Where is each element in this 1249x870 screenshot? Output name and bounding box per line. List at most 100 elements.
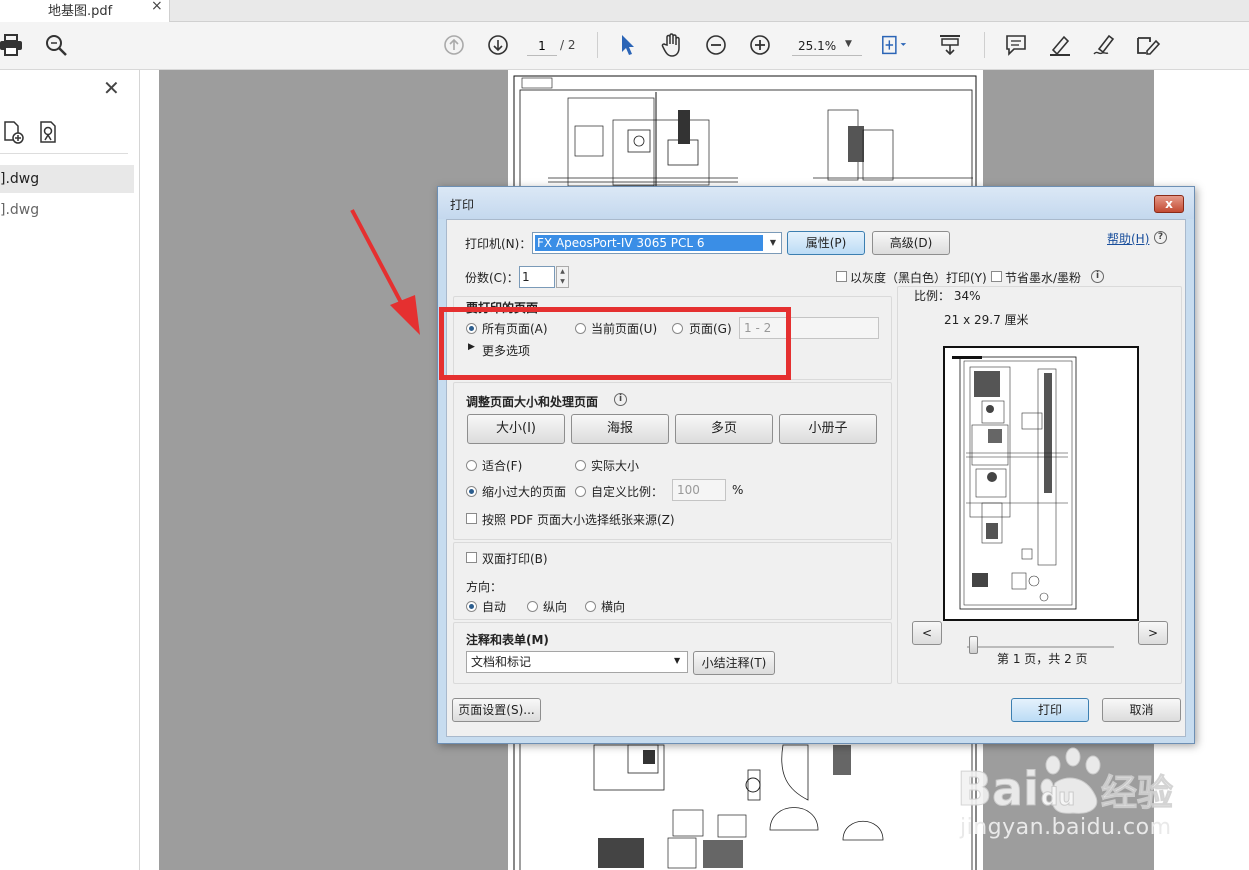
sign-icon[interactable] (1090, 31, 1118, 59)
comments-forms-select[interactable]: 文档和标记 (466, 651, 688, 673)
duplex-checkbox[interactable] (466, 552, 477, 563)
document-tab[interactable]: 地基图.pdf × (0, 0, 170, 22)
chevron-down-icon[interactable]: ▼ (674, 656, 680, 665)
red-highlight-box (439, 307, 791, 380)
printer-label: 打印机(N)： (465, 237, 532, 251)
cancel-button[interactable]: 取消 (1102, 698, 1181, 722)
duplex-orientation-section: 双面打印(B) 方向： 自动 纵向 横向 (453, 542, 892, 620)
copies-label: 份数(C)： (465, 271, 519, 285)
add-attachment-icon[interactable] (0, 118, 28, 146)
page-sizing-section: 调整页面大小和处理页面 i 大小(I) 海报 多页 小册子 适合(F) 实际大小… (453, 382, 892, 540)
poster-tab-button[interactable]: 海报 (571, 414, 669, 444)
page-setup-button[interactable]: 页面设置(S)... (452, 698, 541, 722)
choose-paper-checkbox[interactable] (466, 513, 477, 524)
printer-value: FX ApeosPort-IV 3065 PCL 6 (535, 235, 763, 251)
summarize-comments-button[interactable]: 小结注释(T) (693, 651, 775, 675)
svg-text:经验: 经验 (1101, 773, 1173, 814)
orientation-landscape-radio[interactable] (585, 601, 596, 612)
preview-slider-thumb[interactable] (969, 636, 978, 654)
custom-scale-label: 自定义比例： (591, 485, 664, 499)
print-dialog: 打印 x 打印机(N)： FX ApeosPort-IV 3065 PCL 6 … (437, 186, 1195, 744)
help-link[interactable]: 帮助(H) (1107, 230, 1149, 247)
advanced-button[interactable]: 高级(D) (872, 231, 950, 255)
red-arrow-annotation (350, 209, 420, 335)
next-page-button[interactable]: > (1138, 621, 1168, 645)
previous-page-button[interactable]: < (912, 621, 942, 645)
dialog-titlebar: 打印 x (438, 187, 1194, 219)
select-tool-icon[interactable] (614, 31, 642, 59)
duplex-label: 双面打印(B) (482, 552, 548, 566)
toolbar: / 2 25.1% ▼ (0, 22, 1249, 70)
grayscale-label: 以灰度（黑白色）打印(Y) (850, 271, 987, 285)
orientation-auto-radio[interactable] (466, 601, 477, 612)
toolbar-divider (984, 32, 985, 58)
choose-paper-label: 按照 PDF 页面大小选择纸张来源(Z) (482, 513, 675, 527)
panel-divider (0, 153, 128, 154)
shrink-label: 缩小过大的页面 (482, 485, 567, 499)
shrink-radio[interactable] (466, 486, 477, 497)
comments-forms-section: 注释和表单(M) 文档和标记 ▼ 小结注释(T) (453, 622, 892, 684)
preview-slider-track[interactable] (967, 646, 1114, 648)
custom-scale-radio[interactable] (575, 486, 586, 497)
zoom-out-icon[interactable] (702, 31, 730, 59)
grayscale-checkbox[interactable] (836, 271, 847, 282)
chevron-down-icon[interactable]: ▼ (557, 277, 568, 287)
percent-label: % (732, 483, 744, 497)
fit-radio[interactable] (466, 460, 477, 471)
actual-size-radio[interactable] (575, 460, 586, 471)
dialog-title: 打印 (450, 198, 475, 212)
help-icon[interactable]: ? (1154, 231, 1167, 244)
svg-text:Bai: Bai (957, 762, 1039, 816)
attachment-settings-icon[interactable] (35, 118, 63, 146)
actual-size-label: 实际大小 (591, 459, 640, 473)
previous-page-icon[interactable] (440, 31, 468, 59)
tab-bar: 地基图.pdf × (0, 0, 1249, 22)
scale-label: 比例： 34% (914, 289, 981, 303)
zoom-dropdown-icon[interactable]: ▼ (845, 39, 852, 49)
attachments-panel: ✕ ].dwg ].dwg (0, 70, 140, 870)
save-ink-checkbox[interactable] (991, 271, 1002, 282)
copies-stepper[interactable]: ▲ ▼ (556, 266, 569, 288)
edit-document-icon[interactable] (1134, 31, 1162, 59)
chevron-down-icon[interactable]: ▼ (765, 234, 781, 252)
watermark-text: jingyan.baidu.com (960, 815, 1172, 840)
info-icon[interactable]: i (614, 393, 627, 406)
properties-button[interactable]: 属性(P) (787, 231, 865, 255)
fit-label: 适合(F) (482, 459, 523, 473)
multiple-tab-button[interactable]: 多页 (675, 414, 773, 444)
next-page-icon[interactable] (484, 31, 512, 59)
orientation-portrait-radio[interactable] (527, 601, 538, 612)
page-fit-icon[interactable] (880, 31, 908, 59)
tab-close-icon[interactable]: × (151, 0, 163, 14)
page-total: / 2 (560, 38, 576, 52)
dialog-body: 打印机(N)： FX ApeosPort-IV 3065 PCL 6 ▼ 属性(… (446, 219, 1186, 737)
page-sizing-title: 调整页面大小和处理页面 (466, 395, 599, 409)
preview-drawing (952, 353, 1082, 613)
panel-close-icon[interactable]: ✕ (103, 76, 120, 100)
chevron-up-icon[interactable]: ▲ (557, 267, 568, 277)
copies-input[interactable]: 1 (519, 266, 555, 288)
printer-select[interactable]: FX ApeosPort-IV 3065 PCL 6 ▼ (532, 232, 782, 254)
custom-scale-input[interactable]: 100 (672, 479, 726, 501)
print-preview (943, 346, 1139, 621)
booklet-tab-button[interactable]: 小册子 (779, 414, 877, 444)
highlight-icon[interactable] (1046, 31, 1074, 59)
hand-tool-icon[interactable] (658, 31, 686, 59)
info-icon[interactable]: i (1091, 270, 1104, 283)
svg-text:du: du (1041, 783, 1075, 811)
scroll-mode-icon[interactable] (936, 31, 964, 59)
attachment-item[interactable]: ].dwg (0, 165, 134, 193)
comment-icon[interactable] (1002, 31, 1030, 59)
save-ink-label: 节省墨水/墨粉 (1005, 271, 1082, 285)
size-tab-button[interactable]: 大小(I) (467, 414, 565, 444)
page-number-input[interactable] (527, 36, 557, 56)
search-icon[interactable] (42, 31, 70, 59)
zoom-in-icon[interactable] (746, 31, 774, 59)
orientation-landscape-label: 横向 (601, 600, 626, 614)
print-icon[interactable] (0, 31, 25, 59)
dialog-close-button[interactable]: x (1154, 195, 1184, 213)
attachment-item[interactable]: ].dwg (0, 196, 134, 224)
print-button[interactable]: 打印 (1011, 698, 1089, 722)
toolbar-divider (597, 32, 598, 58)
orientation-label: 方向： (466, 580, 503, 594)
